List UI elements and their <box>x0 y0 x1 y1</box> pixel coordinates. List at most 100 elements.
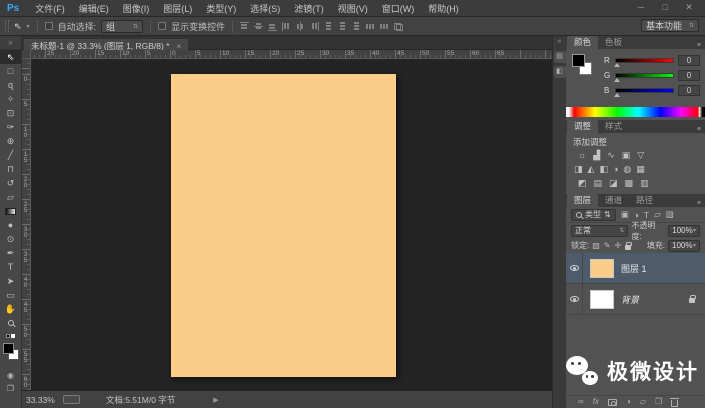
invert-icon[interactable]: ◩ <box>578 178 587 189</box>
foreground-color-swatch[interactable] <box>3 343 14 354</box>
link-layers-icon[interactable]: ∞ <box>578 397 584 407</box>
auto-select-checkbox[interactable] <box>44 22 53 30</box>
black-white-icon[interactable]: ◧ <box>599 164 608 175</box>
crop-tool[interactable]: ⊡ <box>0 106 21 120</box>
filter-smart-objects-icon[interactable]: ▨ <box>666 209 674 220</box>
zoom-level[interactable]: 33.33% <box>26 395 55 405</box>
clone-stamp-tool[interactable]: ⊓ <box>0 162 21 176</box>
filter-type-layers-icon[interactable]: T <box>644 210 649 220</box>
status-options-arrow-icon[interactable]: ▶ <box>213 396 218 404</box>
distribute-left-edges-icon[interactable] <box>366 22 375 31</box>
history-brush-tool[interactable]: ↺ <box>0 176 21 190</box>
blur-tool[interactable]: ● <box>0 218 21 232</box>
maximize-button[interactable]: □ <box>653 0 677 15</box>
channel-slider[interactable] <box>614 72 674 82</box>
slider-knob-icon[interactable] <box>614 62 620 67</box>
layer-name[interactable]: 背景 <box>621 293 639 306</box>
new-group-icon[interactable]: ▱ <box>640 397 646 407</box>
layer-row[interactable]: 图层 1 <box>566 253 705 284</box>
tab-adjustments[interactable]: 调整 <box>567 120 599 133</box>
menu-item-视图[interactable]: 视图(V) <box>331 4 375 14</box>
tab-swatches[interactable]: 色板 <box>598 36 629 49</box>
type-tool[interactable]: T <box>0 260 21 274</box>
menu-item-滤镜[interactable]: 滤镜(T) <box>287 4 331 14</box>
new-adjustment-layer-icon[interactable]: ◑ <box>626 397 631 407</box>
path-selection-tool[interactable]: ➤ <box>0 274 21 288</box>
rectangle-tool[interactable]: ▭ <box>0 288 21 302</box>
auto-align-layers-icon[interactable] <box>394 22 404 31</box>
exposure-icon[interactable]: ▣ <box>622 150 631 161</box>
menu-item-窗口[interactable]: 窗口(W) <box>375 4 422 14</box>
distribute-bottom-edges-icon[interactable] <box>352 21 361 31</box>
slider-knob-icon[interactable] <box>614 92 620 97</box>
filter-pixel-layers-icon[interactable]: ▣ <box>621 209 629 220</box>
align-bottom-edges-icon[interactable] <box>268 22 278 31</box>
color-balance-icon[interactable]: ◭ <box>588 164 595 175</box>
layer-visibility-cell[interactable] <box>566 253 583 283</box>
canvas[interactable] <box>171 74 396 377</box>
photo-filter-icon[interactable]: ◑ <box>613 164 618 175</box>
brightness-contrast-icon[interactable]: ☼ <box>578 150 586 161</box>
hand-tool[interactable]: ✋ <box>0 302 21 316</box>
lock-paint-icon[interactable]: ✎ <box>604 241 611 250</box>
menu-item-图像[interactable]: 图像(I) <box>116 4 157 14</box>
layer-style-icon[interactable]: fx <box>593 397 599 407</box>
panel-menu-icon[interactable]: ≡ <box>697 200 705 207</box>
channel-mixer-icon[interactable]: ◍ <box>623 164 631 175</box>
layer-row[interactable]: 背景 <box>566 284 705 315</box>
default-colors-icon[interactable] <box>6 333 10 338</box>
menu-item-文件[interactable]: 文件(F) <box>28 4 72 14</box>
dodge-tool[interactable]: ⊙ <box>0 232 21 246</box>
brush-tool[interactable]: ╱ <box>0 148 21 162</box>
tab-paths[interactable]: 路径 <box>629 194 660 207</box>
workspace-switcher[interactable]: 基本功能 ⇅ <box>641 19 699 32</box>
quick-selection-tool[interactable]: ✧ <box>0 92 21 106</box>
align-horizontal-centers-icon[interactable] <box>296 21 305 31</box>
channel-value[interactable]: 0 <box>678 54 700 66</box>
vibrance-icon[interactable]: ▽ <box>637 150 644 161</box>
hue-saturation-icon[interactable]: ◨ <box>574 164 583 175</box>
close-button[interactable]: ✕ <box>677 0 701 15</box>
lasso-tool[interactable]: ɋ <box>0 78 21 92</box>
align-vertical-centers-icon[interactable] <box>254 22 264 31</box>
history-panel-icon[interactable]: ▤ <box>553 51 566 63</box>
channel-value[interactable]: 0 <box>678 69 700 81</box>
distribute-horizontal-centers-icon[interactable] <box>380 22 389 31</box>
distribute-vertical-centers-icon[interactable] <box>338 21 347 31</box>
gradient-map-icon[interactable]: ▩ <box>625 178 634 189</box>
channel-slider[interactable] <box>614 87 674 97</box>
eye-icon[interactable] <box>569 265 579 271</box>
tool-preset-arrow-icon[interactable]: ▾ <box>27 23 30 30</box>
curves-icon[interactable]: ∿ <box>607 150 615 161</box>
align-top-edges-icon[interactable] <box>240 21 250 31</box>
menu-item-图层[interactable]: 图层(L) <box>156 4 199 14</box>
lock-transparency-icon[interactable]: ▨ <box>592 241 600 250</box>
selective-color-icon[interactable]: ▥ <box>640 178 649 189</box>
swap-colors-icon[interactable] <box>11 333 15 338</box>
move-tool[interactable]: ⇖ <box>0 50 21 64</box>
layer-thumbnail[interactable] <box>590 258 614 278</box>
channel-value[interactable]: 0 <box>678 84 700 96</box>
blend-mode-dropdown[interactable]: 正常 ⇅ <box>571 224 629 237</box>
layer-name[interactable]: 图层 1 <box>621 262 647 275</box>
toolbar-collapse-icon[interactable]: » <box>0 36 21 50</box>
panel-menu-icon[interactable]: ≡ <box>697 126 705 133</box>
tab-layers[interactable]: 图层 <box>567 194 599 207</box>
align-right-edges-icon[interactable] <box>310 21 320 31</box>
threshold-icon[interactable]: ◪ <box>609 178 618 189</box>
layer-visibility-cell[interactable] <box>566 284 583 314</box>
menu-item-帮助[interactable]: 帮助(H) <box>421 4 466 14</box>
menu-item-编辑[interactable]: 编辑(E) <box>72 4 116 14</box>
auto-select-dropdown[interactable]: 组 ⇅ <box>101 19 144 33</box>
screen-mode-button[interactable]: ❐ <box>0 382 21 395</box>
lock-position-icon[interactable]: ✛ <box>615 241 622 250</box>
tab-channels[interactable]: 通道 <box>598 194 629 207</box>
zoom-tool[interactable] <box>0 316 21 330</box>
layer-thumbnail[interactable] <box>590 289 614 309</box>
eyedropper-tool[interactable]: ✑ <box>0 120 21 134</box>
dock-collapse-icon[interactable]: « <box>553 36 566 48</box>
foreground-color-swatch[interactable] <box>572 54 585 67</box>
color-spectrum-bar[interactable] <box>566 107 705 117</box>
tab-color[interactable]: 颜色 <box>567 36 599 49</box>
delete-layer-icon[interactable] <box>670 397 680 407</box>
